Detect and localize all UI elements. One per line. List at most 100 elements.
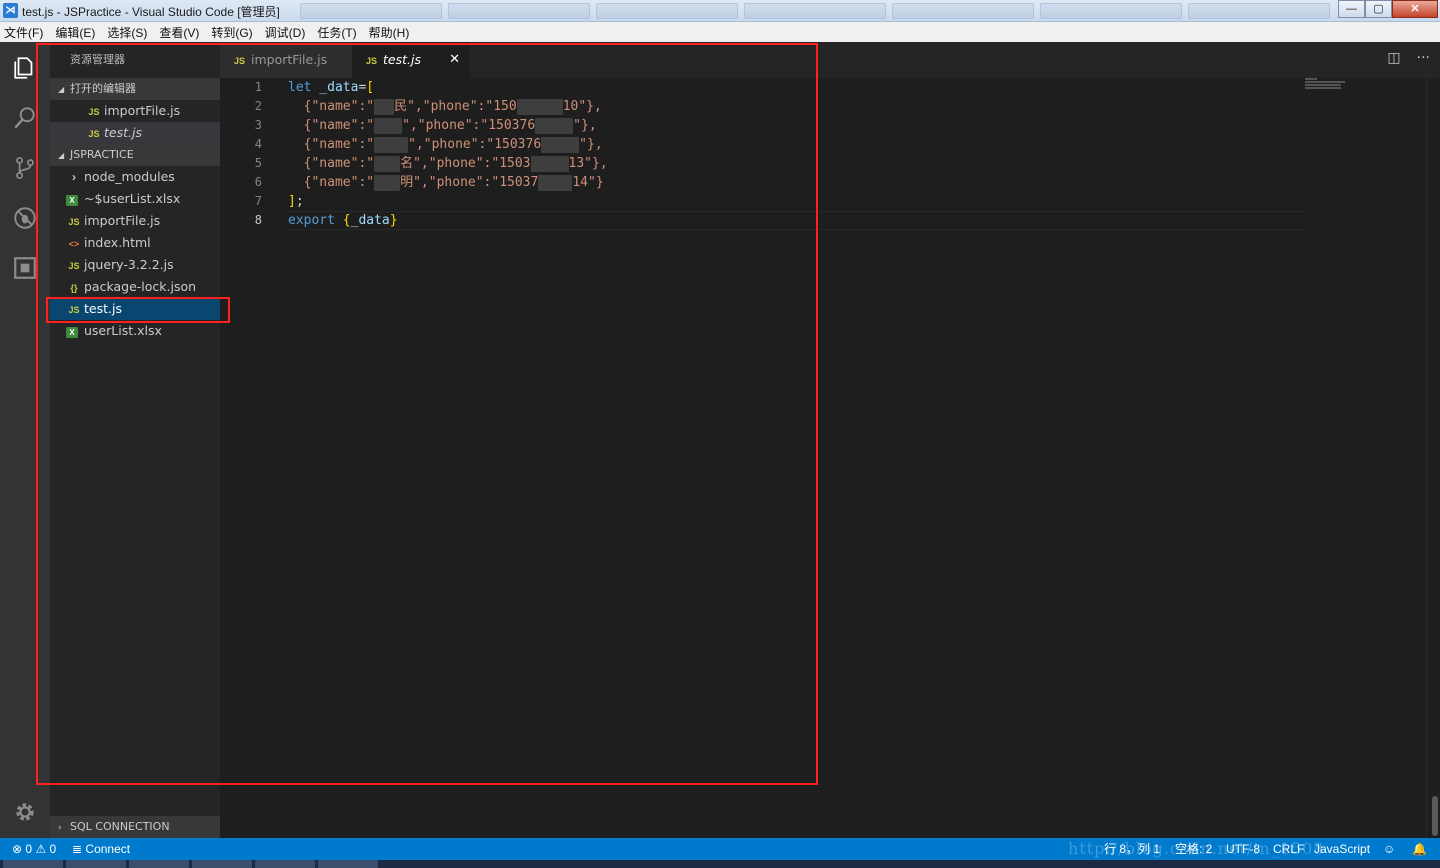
chevron-right-icon: › xyxy=(58,823,62,833)
minimize-button[interactable]: — xyxy=(1338,0,1365,18)
status-bar: ⊗ 0 ⚠ 0 ≣ Connect http://blog.csdn.net/i… xyxy=(0,838,1440,860)
code-line: ]; xyxy=(288,194,304,209)
debug-icon[interactable] xyxy=(0,196,50,240)
redacted-text xyxy=(541,136,580,153)
menu-bar: 文件(F) 编辑(E) 选择(S) 查看(V) 转到(G) 调试(D) 任务(T… xyxy=(0,22,1440,42)
editor-actions: ◫ ··· xyxy=(1387,50,1430,66)
line-number: 1 xyxy=(254,80,262,94)
menu-go[interactable]: 转到(G) xyxy=(211,24,252,41)
caret-down-icon: ◢ xyxy=(58,151,65,160)
line-number: 3 xyxy=(254,118,262,132)
redacted-text xyxy=(516,98,563,115)
menu-tasks[interactable]: 任务(T) xyxy=(317,24,356,41)
open-editor-item-active[interactable]: JS test.js xyxy=(50,122,220,144)
code-line: export {_data} xyxy=(288,213,398,228)
problems-indicator[interactable]: ⊗ 0 ⚠ 0 xyxy=(12,838,56,860)
sql-connection-section[interactable]: › SQL CONNECTION xyxy=(50,816,220,838)
smiley-icon[interactable]: ☺ xyxy=(1383,838,1395,860)
js-file-icon: JS xyxy=(88,129,100,139)
file-item[interactable]: <> index.html xyxy=(50,232,220,254)
window-titlebar: ⋊ test.js - JSPractice - Visual Studio C… xyxy=(0,0,1440,22)
menu-view[interactable]: 查看(V) xyxy=(159,24,199,41)
vertical-scrollbar[interactable] xyxy=(1426,78,1440,838)
close-window-button[interactable]: ✕ xyxy=(1392,0,1438,18)
redacted-text xyxy=(538,174,573,191)
chevron-right-icon: › xyxy=(72,170,76,184)
code-editor[interactable]: 1 2 3 4 5 6 7 8 let _data=[ {"name":" 民",… xyxy=(220,78,1440,838)
code-line: {"name":" 民","phone":"150 10"}, xyxy=(303,98,602,115)
js-file-icon: JS xyxy=(68,217,80,227)
window-title: test.js - JSPractice - Visual Studio Cod… xyxy=(22,5,280,19)
code-lines: let _data=[ {"name":" 民","phone":"150 10"}… xyxy=(288,78,608,230)
folder-item-node-modules[interactable]: › node_modules xyxy=(50,166,220,188)
window-controls: — ▢ ✕ xyxy=(1338,0,1438,18)
file-item[interactable]: JS importFile.js xyxy=(50,210,220,232)
html-file-icon: <> xyxy=(68,239,80,249)
open-editor-item[interactable]: JS importFile.js xyxy=(50,100,220,122)
os-taskbar xyxy=(0,860,1440,868)
code-line: {"name":" ","phone":"150376 "}, xyxy=(303,117,597,134)
explorer-sidebar: 资源管理器 ◢ 打开的编辑器 JS importFile.js JS test.js … xyxy=(50,42,220,838)
menu-help[interactable]: 帮助(H) xyxy=(369,24,410,41)
files-icon[interactable] xyxy=(0,46,50,90)
redacted-text xyxy=(374,98,395,115)
close-tab-icon[interactable]: ✕ xyxy=(449,42,460,78)
error-icon: ⊗ xyxy=(12,842,23,856)
warning-icon: ⚠ xyxy=(35,842,47,856)
project-label: JSPRACTICE xyxy=(70,148,134,161)
open-editors-label: 打开的编辑器 xyxy=(70,82,136,95)
excel-file-icon: X xyxy=(66,327,78,338)
redacted-text xyxy=(374,117,403,134)
menu-debug[interactable]: 调试(D) xyxy=(265,24,306,41)
encoding-setting[interactable]: UTF-8 xyxy=(1226,838,1260,860)
redacted-text xyxy=(374,155,401,172)
code-line: let _data=[ xyxy=(288,80,375,95)
redacted-text xyxy=(374,174,401,191)
file-item[interactable]: XuserList.xlsx xyxy=(50,320,220,342)
maximize-button[interactable]: ▢ xyxy=(1365,0,1392,18)
code-line: {"name":" 明","phone":"15037 14"} xyxy=(303,174,604,191)
source-control-icon[interactable] xyxy=(0,146,50,190)
code-line: {"name":" ","phone":"150376 "}, xyxy=(303,136,603,153)
line-number-current: 8 xyxy=(254,213,262,227)
file-item-selected[interactable]: JS test.js xyxy=(50,298,220,320)
bell-icon[interactable]: 🔔 xyxy=(1412,838,1427,860)
more-actions-icon[interactable]: ··· xyxy=(1417,50,1430,66)
file-item[interactable]: X ~$userList.xlsx xyxy=(50,188,220,210)
minimap[interactable] xyxy=(1305,78,1347,92)
js-file-icon: JS xyxy=(88,107,100,117)
eol-setting[interactable]: CRLF xyxy=(1273,838,1304,860)
sql-connect-button[interactable]: ≣ Connect xyxy=(72,838,130,860)
extensions-icon[interactable] xyxy=(0,246,50,290)
search-icon[interactable] xyxy=(0,96,50,140)
explorer-title: 资源管理器 xyxy=(70,53,125,66)
line-number: 5 xyxy=(254,156,262,170)
json-file-icon: {} xyxy=(70,283,78,293)
vscode-icon: ⋊ xyxy=(3,3,18,18)
indentation-setting[interactable]: 空格: 2 xyxy=(1175,838,1212,860)
js-file-icon: JS xyxy=(68,261,80,271)
language-mode[interactable]: JavaScript xyxy=(1314,838,1370,860)
split-editor-icon[interactable]: ◫ xyxy=(1387,50,1400,66)
cursor-position[interactable]: 行 8，列 1 xyxy=(1104,838,1160,860)
menu-file[interactable]: 文件(F) xyxy=(4,24,43,41)
redacted-text xyxy=(535,117,574,134)
menu-edit[interactable]: 编辑(E) xyxy=(55,24,95,41)
gear-icon[interactable] xyxy=(0,790,50,834)
js-file-icon: JS xyxy=(68,305,80,315)
tab-importfile[interactable]: JS importFile.js xyxy=(220,42,352,78)
redacted-text xyxy=(530,155,569,172)
line-number: 7 xyxy=(254,194,262,208)
tab-test[interactable]: JS test.js ✕ xyxy=(352,42,470,78)
scrollbar-thumb[interactable] xyxy=(1432,796,1438,836)
file-item[interactable]: JS jquery-3.2.2.js xyxy=(50,254,220,276)
code-line: {"name":" 名","phone":"1503 13"}, xyxy=(303,155,608,172)
background-taskbar-tabs xyxy=(300,3,1330,19)
redacted-text xyxy=(374,136,409,153)
project-section[interactable]: ◢ JSPRACTICE xyxy=(50,144,220,166)
open-editors-section[interactable]: ◢ 打开的编辑器 xyxy=(50,78,220,100)
js-file-icon: JS xyxy=(366,56,378,66)
file-item[interactable]: {} package-lock.json xyxy=(50,276,220,298)
menu-selection[interactable]: 选择(S) xyxy=(107,24,147,41)
line-number: 2 xyxy=(254,99,262,113)
